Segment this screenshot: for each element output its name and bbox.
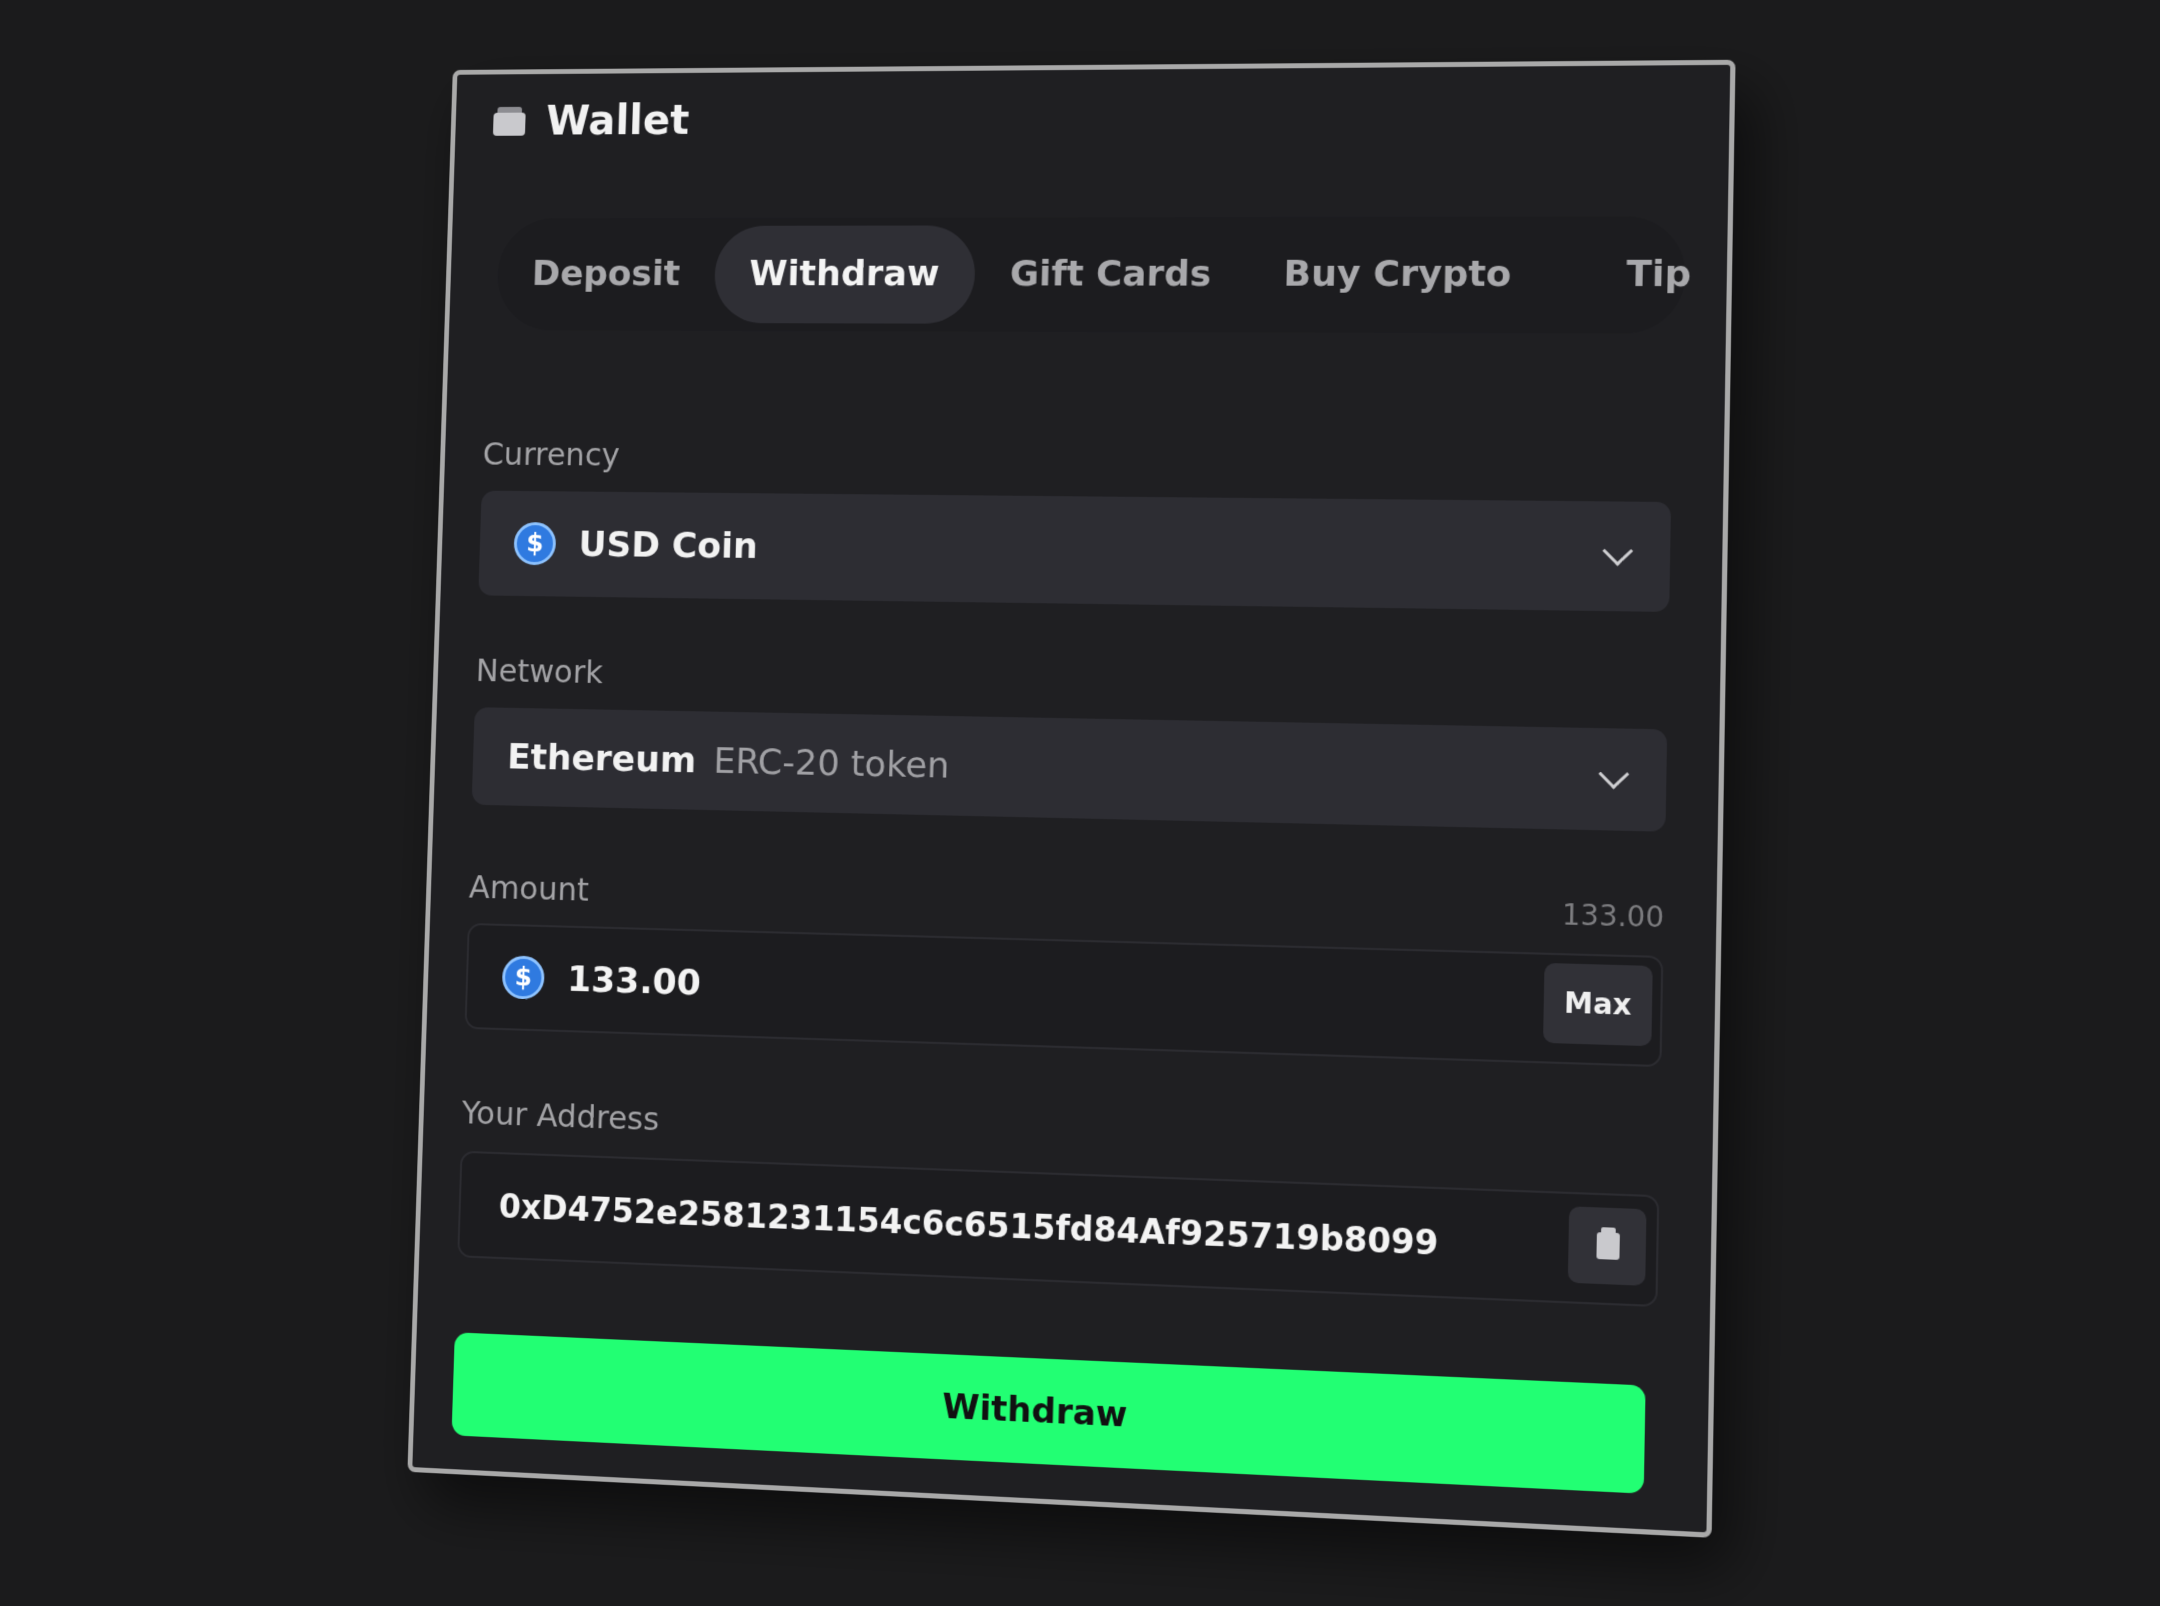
network-detail: ERC-20 token xyxy=(712,740,951,787)
modal-header: Wallet xyxy=(492,96,690,145)
currency-label: Currency xyxy=(482,435,621,474)
available-balance: 133.00 xyxy=(1561,897,1665,935)
address-value: 0xD4752e2581231154c6c6515fd84Af925719b80… xyxy=(498,1186,1439,1263)
network-name: Ethereum xyxy=(506,736,697,781)
currency-select[interactable]: $ USD Coin xyxy=(478,490,1672,612)
amount-value: 133.00 xyxy=(566,958,702,1004)
max-button[interactable]: Max xyxy=(1543,962,1653,1047)
amount-label: Amount xyxy=(468,868,590,909)
paste-button[interactable] xyxy=(1567,1206,1647,1286)
currency-value: USD Coin xyxy=(578,524,759,567)
tab-tip[interactable]: Tip xyxy=(1588,224,1729,325)
address-label: Your Address xyxy=(461,1093,660,1139)
modal-title: Wallet xyxy=(545,96,690,145)
chevron-down-icon xyxy=(1598,758,1630,790)
network-select[interactable]: Ethereum ERC-20 token xyxy=(471,707,1668,832)
tab-gift-cards[interactable]: Gift Cards xyxy=(973,225,1248,324)
scene: Wallet Deposit Withdraw Gift Cards Buy C… xyxy=(0,0,2160,1606)
wallet-modal: Wallet Deposit Withdraw Gift Cards Buy C… xyxy=(407,59,1736,1538)
address-input[interactable]: 0xD4752e2581231154c6c6515fd84Af925719b80… xyxy=(457,1150,1660,1308)
withdraw-button[interactable]: Withdraw xyxy=(451,1332,1646,1494)
usd-coin-icon: $ xyxy=(501,955,545,1000)
tab-buy-crypto[interactable]: Buy Crypto xyxy=(1246,225,1549,326)
usd-coin-icon: $ xyxy=(513,521,557,566)
network-label: Network xyxy=(475,651,604,691)
wallet-icon xyxy=(492,106,526,136)
amount-input[interactable]: $ 133.00 Max xyxy=(464,922,1664,1068)
tab-deposit[interactable]: Deposit xyxy=(496,226,716,323)
tab-withdraw[interactable]: Withdraw xyxy=(713,225,976,324)
wallet-tabs: Deposit Withdraw Gift Cards Buy Crypto T… xyxy=(496,216,1692,334)
chevron-down-icon xyxy=(1602,535,1634,567)
